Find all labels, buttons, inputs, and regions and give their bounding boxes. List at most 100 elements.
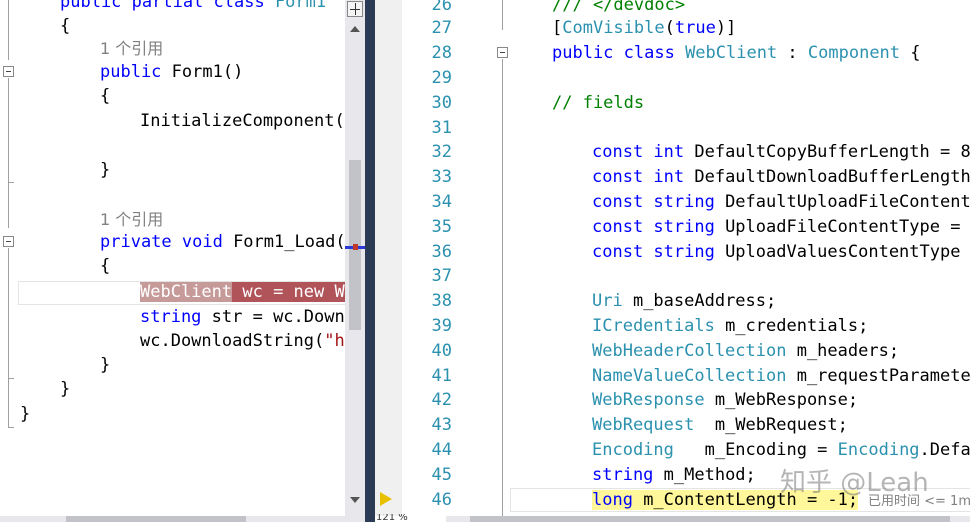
code-line[interactable]: const int DefaultDownloadBufferLength = [592, 165, 970, 189]
left-vertical-scrollbar[interactable] [345, 0, 365, 516]
code-token: } [20, 404, 31, 424]
code-token: .Defau [919, 440, 970, 460]
code-token: Form1_Load( [233, 232, 345, 252]
code-line[interactable]: { [60, 14, 70, 38]
code-token: WebHeaderCollection [592, 341, 787, 361]
code-line[interactable]: } [100, 353, 110, 377]
code-line[interactable]: const string UploadValuesContentType = [592, 240, 970, 264]
code-token: InitializeComponent( [140, 111, 345, 131]
code-line[interactable]: InitializeComponent( [140, 109, 345, 133]
code-line[interactable]: 1 个引用 [100, 208, 163, 232]
scroll-down-arrow-icon[interactable] [350, 497, 360, 503]
code-line[interactable]: } [100, 158, 110, 182]
collapse-toggle-form1-ctor[interactable] [3, 66, 14, 77]
code-line[interactable]: [ComVisible(true)] [552, 16, 736, 40]
line-number: 32 [431, 142, 452, 162]
code-token: Encoding [592, 440, 674, 460]
line-number: 28 [431, 43, 452, 63]
code-token: public partial class [60, 0, 275, 12]
line-number: 39 [431, 316, 452, 336]
code-line[interactable]: ICredentials m_credentials; [592, 314, 868, 338]
line-number: 45 [431, 465, 452, 485]
code-token: private void [100, 232, 234, 252]
scroll-up-arrow-icon[interactable] [350, 26, 360, 32]
line-number: 30 [431, 93, 452, 113]
code-line[interactable]: WebHeaderCollection m_headers; [592, 339, 899, 363]
collapse-toggle-webclient-class[interactable] [497, 47, 508, 58]
right-code-editor[interactable]: 26 /// </devdoc> 27 [ComVisible(true)] 28 pub… [402, 0, 970, 516]
code-token: } [60, 379, 71, 399]
code-line[interactable]: public partial class Form1 : [60, 0, 345, 14]
code-line[interactable]: { [100, 254, 110, 278]
code-token: public class [552, 43, 686, 63]
line-number: 42 [431, 390, 452, 410]
code-token: WebClient [140, 282, 233, 302]
code-token: ComVisible [562, 18, 665, 38]
breakpoint-margin[interactable] [375, 0, 402, 516]
left-hscroll-thumb[interactable] [66, 516, 246, 522]
code-token: m_WebResponse; [704, 390, 859, 410]
code-line[interactable]: 1 个引用 [100, 37, 163, 61]
code-line[interactable]: const string DefaultUploadFileContentT [592, 190, 970, 214]
code-line[interactable]: const int DefaultCopyBufferLength = 81 [592, 140, 970, 164]
code-token: string [140, 307, 202, 327]
left-code-editor[interactable]: public partial class Form1 : {1 个引用 public… [0, 0, 345, 516]
code-token: m_WebRequest; [694, 415, 848, 435]
elapsed-time-tip: 已用时间 <= 1m [868, 494, 970, 509]
code-token: Uri [592, 291, 623, 311]
code-token: const string [592, 217, 726, 237]
code-line[interactable]: string str = wc.Down [140, 305, 345, 329]
left-horizontal-scrollbar[interactable] [0, 516, 365, 522]
line-number: 33 [431, 167, 452, 187]
line-number: 29 [431, 68, 452, 88]
collapse-toggle-form1-load[interactable] [3, 236, 14, 247]
code-token: ( [664, 18, 675, 38]
code-line[interactable]: private void Form1_Load( [100, 230, 345, 254]
code-line[interactable]: { [100, 84, 110, 108]
code-line[interactable]: const string UploadFileContentType = " [592, 215, 970, 239]
zoom-level[interactable]: 121 % [376, 514, 446, 522]
code-token: str = wc.Down [201, 307, 345, 327]
outline-guide [8, 78, 9, 228]
code-token: wc.DownloadString( [140, 331, 325, 351]
code-line[interactable]: // fields [552, 91, 644, 115]
code-token: Form1() [171, 62, 244, 82]
code-line[interactable]: /// </devdoc> [552, 0, 685, 17]
code-token: m_baseAddress; [622, 291, 777, 311]
line-number: 38 [431, 291, 452, 311]
code-line[interactable]: } [60, 377, 70, 401]
code-token: [ [552, 18, 563, 38]
code-line[interactable]: public Form1() [100, 60, 243, 84]
line-number: 43 [431, 415, 452, 435]
line-number: 26 [431, 0, 452, 15]
code-line[interactable]: wc.DownloadString("h [140, 329, 345, 353]
right-horizontal-scrollbar[interactable] [446, 516, 970, 522]
code-line[interactable]: Encoding m_Encoding = Encoding.Defau [592, 438, 970, 462]
code-line[interactable]: } [20, 402, 30, 426]
code-token: m_credentials; [714, 316, 869, 336]
code-token: { [100, 256, 111, 276]
code-token: DefaultDownloadBufferLength = [694, 167, 970, 187]
right-hscroll-thumb[interactable] [470, 516, 950, 522]
code-token: : [777, 43, 808, 63]
code-token: m_requestParameter [786, 366, 970, 386]
code-token: 1 个引用 [100, 210, 164, 229]
code-token: true [674, 18, 716, 38]
code-token: { [900, 43, 921, 63]
line-number: 27 [431, 18, 452, 38]
code-token: DefaultUploadFileContentT [725, 192, 970, 212]
code-line[interactable]: Uri m_baseAddress; [592, 289, 776, 313]
code-line[interactable]: WebRequest m_WebRequest; [592, 413, 848, 437]
code-line[interactable]: public class WebClient : Component { [552, 41, 921, 65]
code-line[interactable]: NameValueCollection m_requestParameter [592, 364, 970, 388]
editor-splitter[interactable] [365, 0, 375, 522]
outline-guide-end [8, 182, 14, 183]
code-line[interactable]: WebResponse m_WebResponse; [592, 388, 858, 412]
code-line[interactable]: string m_Method; [592, 463, 756, 487]
code-token: Form1 [274, 0, 327, 12]
outline-guide-end [8, 427, 14, 428]
code-line[interactable]: WebClient wc = new W [140, 280, 345, 304]
line-number: 46 [431, 490, 452, 510]
code-token: const int [592, 167, 695, 187]
split-handle-icon[interactable] [347, 1, 363, 17]
